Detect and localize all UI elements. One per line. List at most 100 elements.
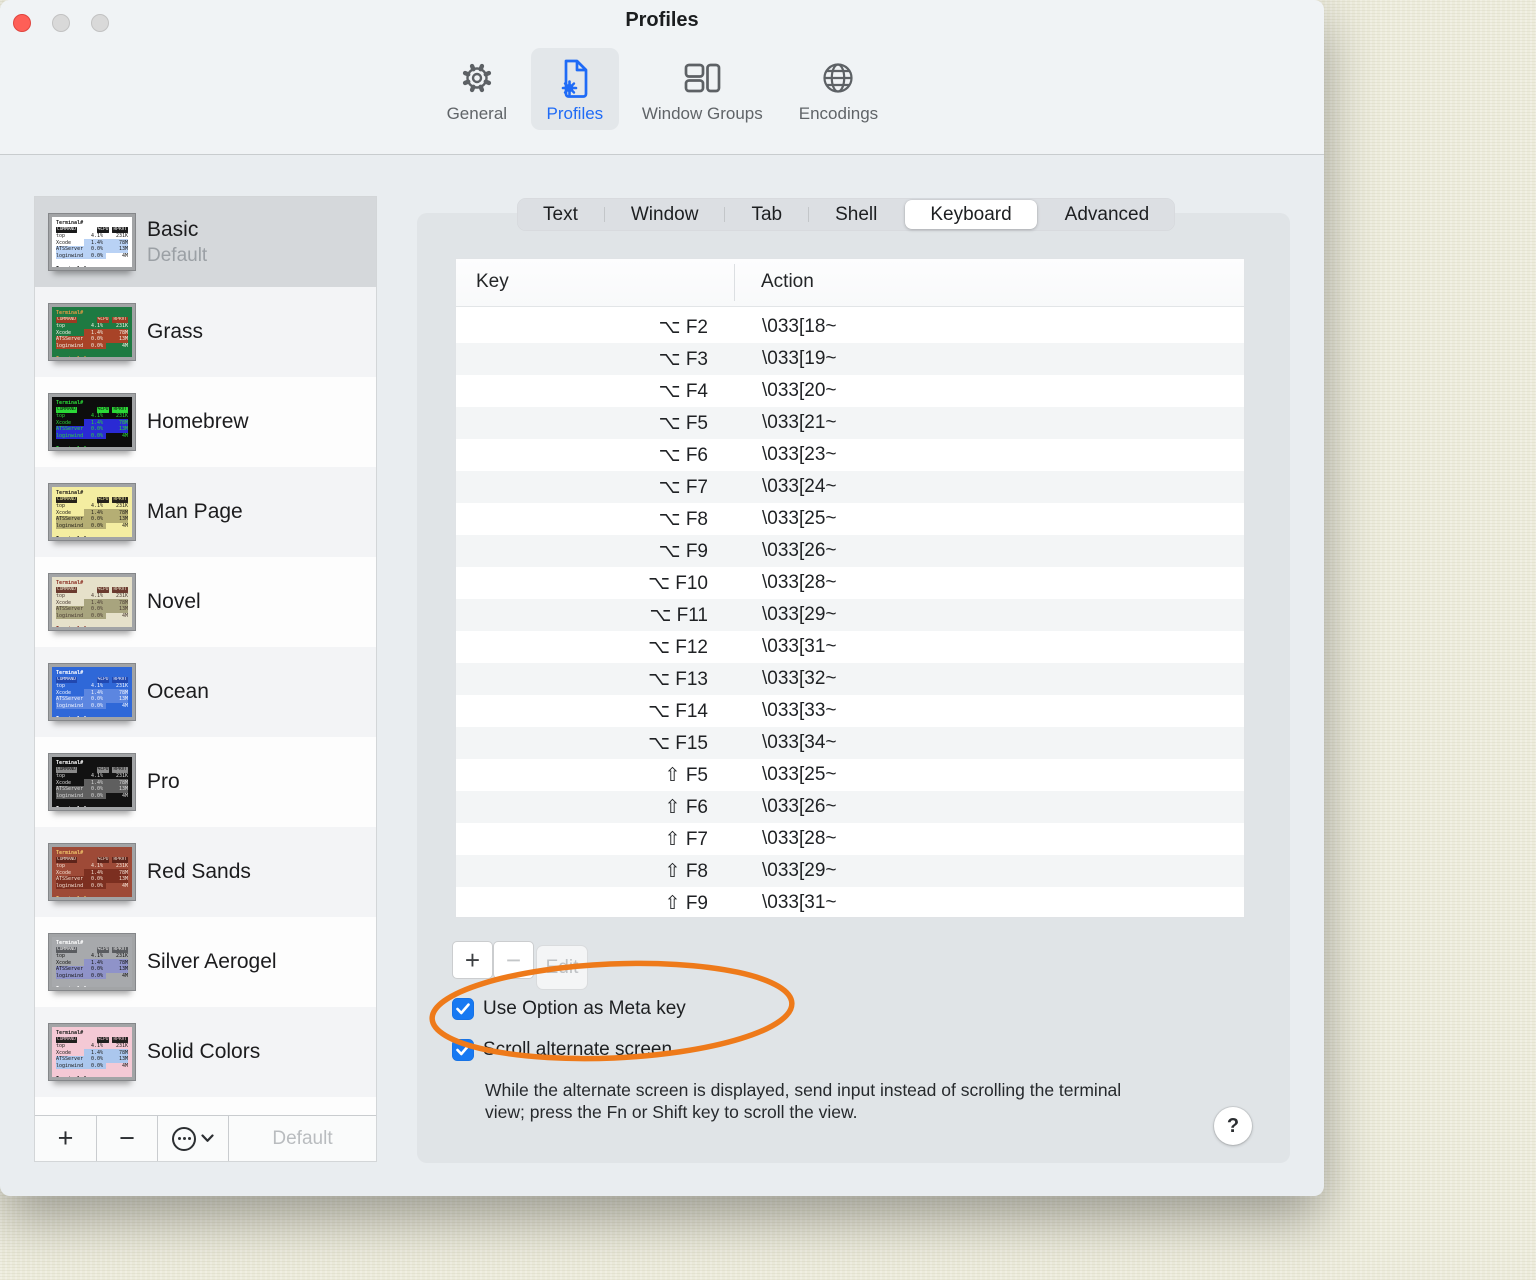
window-groups-icon <box>679 55 725 101</box>
column-divider <box>734 264 735 301</box>
profile-label: Basic Default <box>147 218 207 267</box>
globe-icon <box>818 55 858 101</box>
toolbar-item-encodings[interactable]: Encodings <box>786 48 891 130</box>
profile-row-ocean[interactable]: Terminal# COMMAND %CPU RPRVT top 4.1% 231K Xc… <box>35 647 376 737</box>
profile-label: Pro <box>147 770 180 794</box>
table-row[interactable]: ⌥ F13 \033[32~ <box>456 663 1244 695</box>
tab-text[interactable]: Text <box>518 200 603 229</box>
action-cell: \033[28~ <box>762 572 837 593</box>
action-cell: \033[19~ <box>762 348 837 369</box>
action-cell: \033[33~ <box>762 700 837 721</box>
table-row[interactable]: ⇧ F8 \033[29~ <box>456 855 1244 887</box>
remove-key-mapping-button[interactable]: − <box>493 941 534 979</box>
use-option-as-meta-key-row[interactable]: Use Option as Meta key <box>452 998 686 1020</box>
add-profile-button[interactable]: + <box>35 1116 97 1161</box>
tab-tab[interactable]: Tab <box>726 200 807 229</box>
segment-separator <box>724 207 726 222</box>
profile-name: Ocean <box>147 680 209 703</box>
table-row[interactable]: ⌥ F6 \033[23~ <box>456 439 1244 471</box>
profile-row-grass[interactable]: Terminal# COMMAND %CPU RPRVT top 4.1% 231K Xc… <box>35 287 376 377</box>
action-column-header[interactable]: Action <box>761 271 814 293</box>
profile-thumbnail: Terminal# COMMAND %CPU RPRVT top 4.1% 231K Xc… <box>49 664 135 720</box>
action-cell: \033[23~ <box>762 444 837 465</box>
key-column-header[interactable]: Key <box>476 271 509 293</box>
profile-row-red-sands[interactable]: Terminal# COMMAND %CPU RPRVT top 4.1% 231K Xc… <box>35 827 376 917</box>
settings-tab-bar: Text Window Tab Shell Keyboard Advanced <box>517 198 1176 231</box>
action-cell: \033[21~ <box>762 412 837 433</box>
toolbar-item-profiles[interactable]: Profiles <box>530 48 619 130</box>
table-row[interactable]: ⌥ F7 \033[24~ <box>456 471 1244 503</box>
profile-thumbnail: Terminal# COMMAND %CPU RPRVT top 4.1% 231K Xc… <box>49 484 135 540</box>
tab-advanced[interactable]: Advanced <box>1040 200 1175 229</box>
toolbar-item-label: Window Groups <box>641 104 763 123</box>
scroll-alternate-screen-checkbox[interactable] <box>452 1039 474 1061</box>
action-cell: \033[29~ <box>762 860 837 881</box>
remove-profile-button[interactable]: − <box>97 1116 158 1161</box>
checkmark-icon <box>456 1003 470 1015</box>
profile-name: Novel <box>147 590 201 613</box>
profile-label: Silver Aerogel <box>147 950 277 974</box>
window-title: Profiles <box>625 9 699 31</box>
scroll-alternate-screen-row[interactable]: Scroll alternate screen <box>452 1039 672 1061</box>
profile-thumbnail: Terminal# COMMAND %CPU RPRVT top 4.1% 231K Xc… <box>49 934 135 990</box>
table-row[interactable]: ⌥ F8 \033[25~ <box>456 503 1244 535</box>
tab-shell[interactable]: Shell <box>810 200 902 229</box>
table-row[interactable]: ⌥ F10 \033[28~ <box>456 567 1244 599</box>
toolbar-item-window-groups[interactable]: Window Groups <box>629 48 776 130</box>
edit-key-mapping-button[interactable]: Edit <box>536 945 588 990</box>
checkmark-icon <box>456 1044 470 1056</box>
key-cell: ⌥ F3 <box>658 348 708 370</box>
action-cell: \033[26~ <box>762 540 837 561</box>
action-cell: \033[31~ <box>762 892 837 913</box>
key-cell: ⌥ F8 <box>658 508 708 530</box>
key-cell: ⌥ F11 <box>649 604 708 626</box>
action-cell: \033[26~ <box>762 796 837 817</box>
tab-keyboard[interactable]: Keyboard <box>905 200 1037 229</box>
help-button[interactable]: ? <box>1214 1107 1252 1145</box>
table-row[interactable]: ⌥ F4 \033[20~ <box>456 375 1244 407</box>
table-row[interactable]: ⌥ F11 \033[29~ <box>456 599 1244 631</box>
table-row[interactable]: ⌥ F12 \033[31~ <box>456 631 1244 663</box>
toolbar-item-label: Encodings <box>798 104 879 123</box>
profile-thumbnail: Terminal# COMMAND %CPU RPRVT top 4.1% 231K Xc… <box>49 754 135 810</box>
profile-name: Grass <box>147 320 204 343</box>
default-button[interactable]: Default <box>229 1116 376 1161</box>
profile-row-solid-colors[interactable]: Terminal# COMMAND %CPU RPRVT top 4.1% 231K Xc… <box>35 1007 376 1097</box>
profile-label: Homebrew <box>147 410 249 434</box>
tab-window[interactable]: Window <box>606 200 724 229</box>
action-cell: \033[20~ <box>762 380 837 401</box>
table-row[interactable]: ⇧ F9 \033[31~ <box>456 887 1244 919</box>
profile-row-novel[interactable]: Terminal# COMMAND %CPU RPRVT top 4.1% 231K Xc… <box>35 557 376 647</box>
profile-subtitle: Default <box>147 244 208 266</box>
table-row[interactable]: ⌥ F15 \033[34~ <box>456 727 1244 759</box>
profile-row-pro[interactable]: Terminal# COMMAND %CPU RPRVT top 4.1% 231K Xc… <box>35 737 376 827</box>
key-cell: ⌥ F15 <box>648 732 708 754</box>
add-key-mapping-button[interactable]: + <box>452 941 493 979</box>
profile-row-man-page[interactable]: Terminal# COMMAND %CPU RPRVT top 4.1% 231K Xc… <box>35 467 376 557</box>
profile-row-homebrew[interactable]: Terminal# COMMAND %CPU RPRVT top 4.1% 231K Xc… <box>35 377 376 467</box>
profile-row-basic[interactable]: Terminal# COMMAND %CPU RPRVT top 4.1% 231K Xc… <box>35 197 376 287</box>
use-option-as-meta-key-checkbox[interactable] <box>452 998 474 1020</box>
table-row[interactable]: ⇧ F6 \033[26~ <box>456 791 1244 823</box>
table-row[interactable]: ⌥ F5 \033[21~ <box>456 407 1244 439</box>
key-cell: ⇧ F6 <box>664 796 708 818</box>
table-row[interactable]: ⌥ F3 \033[19~ <box>456 343 1244 375</box>
table-row[interactable]: ⇧ F7 \033[28~ <box>456 823 1244 855</box>
key-cell: ⌥ F13 <box>648 668 708 690</box>
table-row[interactable]: ⌥ F9 \033[26~ <box>456 535 1244 567</box>
profile-thumbnail: Terminal# COMMAND %CPU RPRVT top 4.1% 231K Xc… <box>49 1024 135 1080</box>
profile-row-silver-aerogel[interactable]: Terminal# COMMAND %CPU RPRVT top 4.1% 231K Xc… <box>35 917 376 1007</box>
alternate-screen-help-text: While the alternate screen is displayed,… <box>485 1080 1122 1122</box>
table-row[interactable]: ⇧ F5 \033[25~ <box>456 759 1244 791</box>
segment-separator <box>1038 207 1039 222</box>
sidebar-footer: + − Default <box>35 1115 376 1161</box>
segment-separator <box>903 207 904 222</box>
toolbar-item-label: Profiles <box>546 104 604 123</box>
profile-label: Novel <box>147 590 201 614</box>
profile-name: Pro <box>147 770 180 793</box>
table-row[interactable]: ⌥ F14 \033[33~ <box>456 695 1244 727</box>
toolbar-item-general[interactable]: General <box>433 48 521 130</box>
profile-name: Silver Aerogel <box>147 950 277 973</box>
table-row[interactable]: ⌥ F2 \033[18~ <box>456 311 1244 343</box>
more-options-button[interactable] <box>158 1116 229 1161</box>
